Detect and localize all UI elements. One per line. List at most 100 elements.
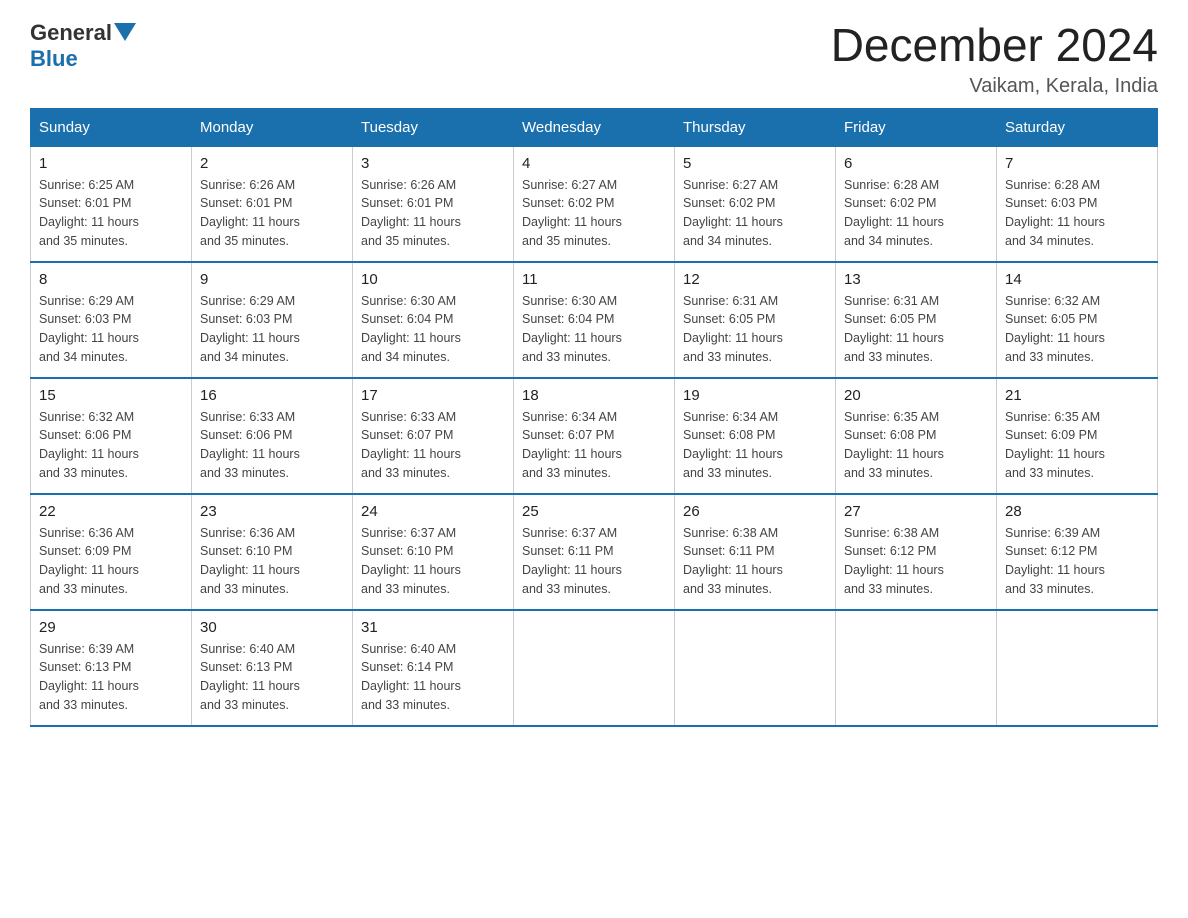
day-number: 2	[200, 155, 344, 172]
day-number: 3	[361, 155, 505, 172]
day-header-saturday: Saturday	[997, 108, 1158, 146]
calendar-cell	[836, 610, 997, 726]
day-info: Sunrise: 6:37 AMSunset: 6:11 PMDaylight:…	[522, 524, 666, 599]
day-header-monday: Monday	[192, 108, 353, 146]
day-number: 9	[200, 271, 344, 288]
day-number: 10	[361, 271, 505, 288]
day-number: 22	[39, 503, 183, 520]
day-number: 6	[844, 155, 988, 172]
day-info: Sunrise: 6:35 AMSunset: 6:08 PMDaylight:…	[844, 408, 988, 483]
day-number: 19	[683, 387, 827, 404]
day-number: 4	[522, 155, 666, 172]
calendar-cell: 13Sunrise: 6:31 AMSunset: 6:05 PMDayligh…	[836, 262, 997, 378]
day-number: 21	[1005, 387, 1149, 404]
day-header-friday: Friday	[836, 108, 997, 146]
day-header-sunday: Sunday	[31, 108, 192, 146]
calendar-cell: 25 Sunrise: 6:37 AMSunset: 6:11 PMDayligh…	[514, 494, 675, 610]
day-info: Sunrise: 6:36 AMSunset: 6:09 PMDaylight:…	[39, 524, 183, 599]
day-header-tuesday: Tuesday	[353, 108, 514, 146]
day-info: Sunrise: 6:34 AMSunset: 6:07 PMDaylight:…	[522, 408, 666, 483]
day-info: Sunrise: 6:33 AMSunset: 6:07 PMDaylight:…	[361, 408, 505, 483]
day-info: Sunrise: 6:37 AMSunset: 6:10 PMDaylight:…	[361, 524, 505, 599]
day-number: 25	[522, 503, 666, 520]
logo-triangle-icon	[114, 23, 136, 45]
calendar-cell: 24Sunrise: 6:37 AMSunset: 6:10 PMDayligh…	[353, 494, 514, 610]
calendar-cell: 18 Sunrise: 6:34 AMSunset: 6:07 PMDayligh…	[514, 378, 675, 494]
calendar-cell: 20 Sunrise: 6:35 AMSunset: 6:08 PMDayligh…	[836, 378, 997, 494]
calendar-cell: 17 Sunrise: 6:33 AMSunset: 6:07 PMDayligh…	[353, 378, 514, 494]
calendar-cell: 31 Sunrise: 6:40 AMSunset: 6:14 PMDayligh…	[353, 610, 514, 726]
logo: General Blue	[30, 20, 136, 72]
day-info: Sunrise: 6:32 AMSunset: 6:05 PMDaylight:…	[1005, 292, 1149, 367]
calendar-week-2: 8 Sunrise: 6:29 AMSunset: 6:03 PMDaylight…	[31, 262, 1158, 378]
day-info: Sunrise: 6:39 AMSunset: 6:13 PMDaylight:…	[39, 640, 183, 715]
calendar-week-3: 15Sunrise: 6:32 AMSunset: 6:06 PMDayligh…	[31, 378, 1158, 494]
day-number: 31	[361, 619, 505, 636]
day-info: Sunrise: 6:31 AMSunset: 6:05 PMDaylight:…	[844, 292, 988, 367]
day-info: Sunrise: 6:25 AMSunset: 6:01 PMDaylight:…	[39, 176, 183, 251]
calendar-cell: 3 Sunrise: 6:26 AMSunset: 6:01 PMDaylight…	[353, 146, 514, 262]
day-info: Sunrise: 6:29 AMSunset: 6:03 PMDaylight:…	[200, 292, 344, 367]
day-number: 8	[39, 271, 183, 288]
calendar-cell: 21 Sunrise: 6:35 AMSunset: 6:09 PMDayligh…	[997, 378, 1158, 494]
day-info: Sunrise: 6:30 AMSunset: 6:04 PMDaylight:…	[522, 292, 666, 367]
calendar-cell: 26Sunrise: 6:38 AMSunset: 6:11 PMDayligh…	[675, 494, 836, 610]
calendar-cell: 7 Sunrise: 6:28 AMSunset: 6:03 PMDaylight…	[997, 146, 1158, 262]
day-info: Sunrise: 6:38 AMSunset: 6:12 PMDaylight:…	[844, 524, 988, 599]
day-header-wednesday: Wednesday	[514, 108, 675, 146]
calendar-cell	[514, 610, 675, 726]
calendar-cell: 28 Sunrise: 6:39 AMSunset: 6:12 PMDayligh…	[997, 494, 1158, 610]
month-title: December 2024	[831, 20, 1158, 71]
calendar-cell: 12 Sunrise: 6:31 AMSunset: 6:05 PMDayligh…	[675, 262, 836, 378]
day-info: Sunrise: 6:26 AMSunset: 6:01 PMDaylight:…	[200, 176, 344, 251]
day-number: 5	[683, 155, 827, 172]
calendar-week-5: 29 Sunrise: 6:39 AMSunset: 6:13 PMDayligh…	[31, 610, 1158, 726]
calendar-cell: 22 Sunrise: 6:36 AMSunset: 6:09 PMDayligh…	[31, 494, 192, 610]
day-number: 23	[200, 503, 344, 520]
day-info: Sunrise: 6:31 AMSunset: 6:05 PMDaylight:…	[683, 292, 827, 367]
calendar-body: 1 Sunrise: 6:25 AMSunset: 6:01 PMDaylight…	[31, 146, 1158, 726]
day-info: Sunrise: 6:29 AMSunset: 6:03 PMDaylight:…	[39, 292, 183, 367]
calendar-cell: 10 Sunrise: 6:30 AMSunset: 6:04 PMDayligh…	[353, 262, 514, 378]
day-number: 29	[39, 619, 183, 636]
logo-blue: Blue	[30, 46, 78, 71]
day-number: 12	[683, 271, 827, 288]
location-title: Vaikam, Kerala, India	[831, 75, 1158, 98]
calendar-cell: 1 Sunrise: 6:25 AMSunset: 6:01 PMDaylight…	[31, 146, 192, 262]
calendar-cell: 15Sunrise: 6:32 AMSunset: 6:06 PMDayligh…	[31, 378, 192, 494]
calendar-cell: 14 Sunrise: 6:32 AMSunset: 6:05 PMDayligh…	[997, 262, 1158, 378]
calendar-week-1: 1 Sunrise: 6:25 AMSunset: 6:01 PMDaylight…	[31, 146, 1158, 262]
calendar-cell: 6Sunrise: 6:28 AMSunset: 6:02 PMDaylight…	[836, 146, 997, 262]
day-info: Sunrise: 6:40 AMSunset: 6:13 PMDaylight:…	[200, 640, 344, 715]
day-info: Sunrise: 6:38 AMSunset: 6:11 PMDaylight:…	[683, 524, 827, 599]
calendar-header: SundayMondayTuesdayWednesdayThursdayFrid…	[31, 108, 1158, 146]
day-number: 7	[1005, 155, 1149, 172]
day-info: Sunrise: 6:30 AMSunset: 6:04 PMDaylight:…	[361, 292, 505, 367]
calendar-cell: 5 Sunrise: 6:27 AMSunset: 6:02 PMDaylight…	[675, 146, 836, 262]
day-number: 18	[522, 387, 666, 404]
calendar-cell: 2 Sunrise: 6:26 AMSunset: 6:01 PMDaylight…	[192, 146, 353, 262]
page-header: General Blue December 2024 Vaikam, Keral…	[30, 20, 1158, 98]
day-info: Sunrise: 6:40 AMSunset: 6:14 PMDaylight:…	[361, 640, 505, 715]
day-info: Sunrise: 6:39 AMSunset: 6:12 PMDaylight:…	[1005, 524, 1149, 599]
calendar-cell	[675, 610, 836, 726]
day-info: Sunrise: 6:27 AMSunset: 6:02 PMDaylight:…	[683, 176, 827, 251]
day-number: 11	[522, 271, 666, 288]
day-number: 17	[361, 387, 505, 404]
calendar-cell: 27 Sunrise: 6:38 AMSunset: 6:12 PMDayligh…	[836, 494, 997, 610]
day-info: Sunrise: 6:28 AMSunset: 6:03 PMDaylight:…	[1005, 176, 1149, 251]
day-info: Sunrise: 6:33 AMSunset: 6:06 PMDaylight:…	[200, 408, 344, 483]
day-info: Sunrise: 6:26 AMSunset: 6:01 PMDaylight:…	[361, 176, 505, 251]
day-info: Sunrise: 6:27 AMSunset: 6:02 PMDaylight:…	[522, 176, 666, 251]
calendar-cell: 8 Sunrise: 6:29 AMSunset: 6:03 PMDaylight…	[31, 262, 192, 378]
day-number: 1	[39, 155, 183, 172]
day-number: 20	[844, 387, 988, 404]
day-info: Sunrise: 6:35 AMSunset: 6:09 PMDaylight:…	[1005, 408, 1149, 483]
day-number: 27	[844, 503, 988, 520]
day-number: 30	[200, 619, 344, 636]
day-header-thursday: Thursday	[675, 108, 836, 146]
calendar-cell: 11 Sunrise: 6:30 AMSunset: 6:04 PMDayligh…	[514, 262, 675, 378]
day-number: 28	[1005, 503, 1149, 520]
calendar-cell: 4 Sunrise: 6:27 AMSunset: 6:02 PMDaylight…	[514, 146, 675, 262]
day-number: 14	[1005, 271, 1149, 288]
